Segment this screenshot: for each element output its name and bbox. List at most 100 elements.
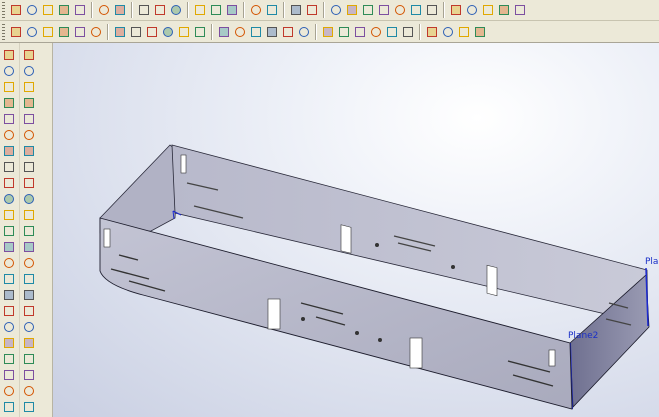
drawing-icon[interactable] <box>2 80 16 94</box>
save-icon[interactable] <box>41 3 55 17</box>
tangent-arc-icon[interactable] <box>22 160 36 174</box>
repair-icon[interactable] <box>22 400 36 414</box>
view-orientation-icon[interactable] <box>425 3 439 17</box>
boss-icon[interactable] <box>2 112 16 126</box>
fold-icon[interactable] <box>369 25 383 39</box>
new-icon[interactable] <box>9 3 23 17</box>
point-icon[interactable] <box>22 208 36 222</box>
loft-icon[interactable] <box>57 25 71 39</box>
curve-icon[interactable] <box>2 208 16 222</box>
arc-icon[interactable] <box>22 128 36 142</box>
linear-pattern-icon[interactable] <box>22 336 36 350</box>
combine-icon[interactable] <box>2 368 16 382</box>
plane2-label[interactable]: Plane2 <box>568 331 598 341</box>
intersect-icon[interactable] <box>2 384 16 398</box>
point-icon[interactable] <box>2 192 16 206</box>
spline-icon[interactable] <box>22 192 36 206</box>
centerpoint-arc-icon[interactable] <box>22 144 36 158</box>
cut-icon[interactable] <box>2 128 16 142</box>
plane-icon[interactable] <box>2 160 16 174</box>
shaded-edges-icon[interactable] <box>513 3 527 17</box>
trim-icon[interactable] <box>22 272 36 286</box>
circle-icon[interactable] <box>22 112 36 126</box>
shaded-icon[interactable] <box>497 3 511 17</box>
surface-icon[interactable] <box>2 224 16 238</box>
rotate-icon[interactable] <box>393 3 407 17</box>
graphics-area[interactable]: Pla Plane2 <box>53 43 659 417</box>
rebuild-icon[interactable] <box>169 3 183 17</box>
reference-icon[interactable] <box>2 240 16 254</box>
grid-icon[interactable] <box>193 3 207 17</box>
explode-icon[interactable] <box>2 288 16 302</box>
base-flange-icon[interactable] <box>233 25 247 39</box>
axis-icon[interactable] <box>2 176 16 190</box>
hidden-lines-icon[interactable] <box>465 3 479 17</box>
insert-bends-icon[interactable] <box>441 25 455 39</box>
move-entity-icon[interactable] <box>22 368 36 382</box>
revolve-icon[interactable] <box>25 25 39 39</box>
toolbar-grip[interactable] <box>2 23 5 40</box>
3d-sketch-icon[interactable] <box>225 3 239 17</box>
sketch-icon[interactable] <box>209 3 223 17</box>
feature-scope-icon[interactable] <box>2 320 16 334</box>
rectangle-icon[interactable] <box>22 96 36 110</box>
extrude-icon[interactable] <box>9 25 23 39</box>
redo-icon[interactable] <box>113 3 127 17</box>
fillet-sketch-icon[interactable] <box>22 256 36 270</box>
hidden-removed-icon[interactable] <box>481 3 495 17</box>
component-icon[interactable] <box>2 272 16 286</box>
zoom-fit-icon[interactable] <box>329 3 343 17</box>
note-icon[interactable] <box>289 3 303 17</box>
assembly-icon[interactable] <box>2 64 16 78</box>
part-icon[interactable] <box>2 48 16 62</box>
relations-icon[interactable] <box>22 384 36 398</box>
rip-icon[interactable] <box>425 25 439 39</box>
flatten-icon[interactable] <box>385 25 399 39</box>
ellipse-icon[interactable] <box>22 176 36 190</box>
sweep-icon[interactable] <box>41 25 55 39</box>
instant3d-icon[interactable] <box>2 304 16 318</box>
text-icon[interactable] <box>22 240 36 254</box>
unfold-icon[interactable] <box>353 25 367 39</box>
toolbar-grip[interactable] <box>2 2 5 18</box>
view-icon[interactable] <box>249 3 263 17</box>
draft-icon[interactable] <box>145 25 159 39</box>
sheet-metal-icon[interactable] <box>217 25 231 39</box>
rib-icon[interactable] <box>129 25 143 39</box>
feature-icon[interactable] <box>2 96 16 110</box>
plane1-label[interactable]: Pla <box>645 257 658 267</box>
fillet-icon[interactable] <box>2 144 16 158</box>
split-icon[interactable] <box>2 352 16 366</box>
sketch-icon[interactable] <box>22 48 36 62</box>
hole-icon[interactable] <box>161 25 175 39</box>
move-face-icon[interactable] <box>2 336 16 350</box>
mate-icon[interactable] <box>2 256 16 270</box>
offset-icon[interactable] <box>22 304 36 318</box>
wireframe-icon[interactable] <box>449 3 463 17</box>
delete-body-icon[interactable] <box>2 400 16 414</box>
extend-icon[interactable] <box>22 288 36 302</box>
open-icon[interactable] <box>25 3 39 17</box>
shell-icon[interactable] <box>113 25 127 39</box>
pan-icon[interactable] <box>409 3 423 17</box>
no-bends-icon[interactable] <box>401 25 415 39</box>
zoom-area-icon[interactable] <box>345 3 359 17</box>
select-other-icon[interactable] <box>153 3 167 17</box>
hem-icon[interactable] <box>281 25 295 39</box>
forming-tool-icon[interactable] <box>473 25 487 39</box>
chamfer-icon[interactable] <box>89 25 103 39</box>
miter-flange-icon[interactable] <box>265 25 279 39</box>
circular-pattern-icon[interactable] <box>22 352 36 366</box>
fillet-icon[interactable] <box>73 25 87 39</box>
zoom-in-icon[interactable] <box>361 3 375 17</box>
centerline-icon[interactable] <box>22 224 36 238</box>
select-icon[interactable] <box>137 3 151 17</box>
mirror-sketch-icon[interactable] <box>22 320 36 334</box>
undo-icon[interactable] <box>97 3 111 17</box>
edge-flange-icon[interactable] <box>249 25 263 39</box>
pattern-icon[interactable] <box>193 25 207 39</box>
sketched-bend-icon[interactable] <box>321 25 335 39</box>
mirror-icon[interactable] <box>177 25 191 39</box>
break-corner-icon[interactable] <box>457 25 471 39</box>
zoom-out-icon[interactable] <box>377 3 391 17</box>
